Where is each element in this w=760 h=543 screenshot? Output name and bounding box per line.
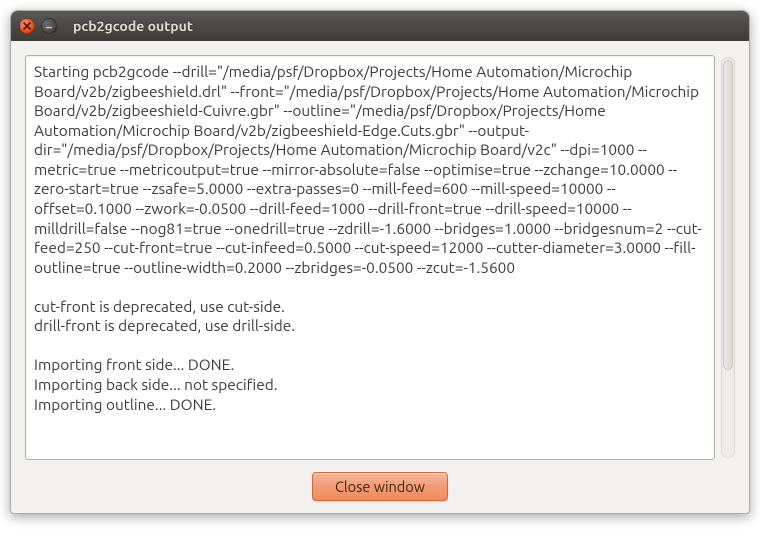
dialog-window: pcb2gcode output Starting pcb2gcode --dr…: [10, 10, 750, 514]
output-wrap: Starting pcb2gcode --drill="/media/psf/D…: [25, 55, 735, 460]
window-close-button[interactable]: [19, 18, 35, 34]
close-icon: [23, 22, 31, 30]
output-text: Starting pcb2gcode --drill="/media/psf/D…: [34, 62, 706, 414]
window-minimize-button[interactable]: [41, 18, 57, 34]
close-window-button[interactable]: Close window: [312, 472, 448, 501]
scrollbar-track[interactable]: [721, 57, 735, 458]
titlebar[interactable]: pcb2gcode output: [11, 11, 749, 41]
button-row: Close window: [25, 460, 735, 501]
window-controls: [19, 18, 57, 34]
output-textview[interactable]: Starting pcb2gcode --drill="/media/psf/D…: [25, 55, 715, 460]
content-area: Starting pcb2gcode --drill="/media/psf/D…: [11, 41, 749, 513]
minimize-icon: [45, 22, 53, 30]
scrollbar-thumb[interactable]: [723, 60, 733, 370]
window-title: pcb2gcode output: [73, 18, 193, 34]
